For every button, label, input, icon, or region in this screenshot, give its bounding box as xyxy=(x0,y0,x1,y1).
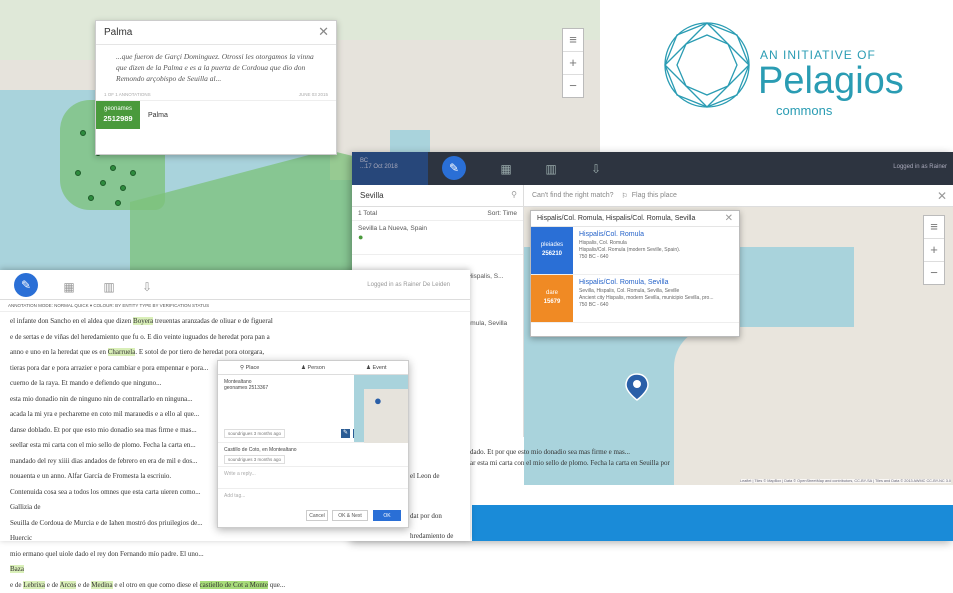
user-stamp: soundrigues 3 months ago xyxy=(224,455,285,464)
app-header: ✎ ▦ ▥ ⇩ Logged in as Rainer De Leiden xyxy=(0,270,470,300)
app-header: ВС ...17 Oct 2018 ✎ ▦ ▥ ⇩ Logged in as R… xyxy=(352,152,953,185)
map-icon[interactable]: ▦ xyxy=(60,278,78,296)
map-pin-icon: ● xyxy=(374,393,382,408)
entry-name: Hispalis/Col. Romula, Sevilla xyxy=(579,279,714,286)
layers-icon[interactable]: ≡ xyxy=(563,29,583,52)
annotation-date: JUNE 03 2015 xyxy=(299,92,328,97)
gazetteer-match-popup: Hispalis/Col. Romula, Hispalis/Col. Romu… xyxy=(530,210,740,337)
popup-title: Palma xyxy=(96,21,336,45)
stats-icon[interactable]: ▥ xyxy=(100,278,118,296)
zoom-out-button[interactable]: − xyxy=(563,75,583,97)
gazetteer-entry-pleiades[interactable]: pleiades256210 Hispalis/Col. Romula Hisp… xyxy=(531,227,739,275)
search-icon[interactable]: ⚲ xyxy=(511,190,517,199)
pelagios-logo: AN INITIATIVE OF Pelagios commons xyxy=(660,18,950,138)
tab-person[interactable]: ♟ Person xyxy=(281,361,344,374)
text-line: el infante don Sancho en el aldea que di… xyxy=(0,314,470,330)
map1-zoom-control: ≡ + − xyxy=(562,28,584,98)
text-line: e de sertas e de viñas del heredamiento … xyxy=(0,330,470,346)
annotate-icon[interactable]: ✎ xyxy=(14,273,38,297)
entry-line: Sevilla, Hispalis, Col. Romula, Sevilla,… xyxy=(579,288,714,295)
entry-line: Hispalis, Col. Romula xyxy=(579,240,680,247)
header-doc-date: ...17 Oct 2018 xyxy=(360,164,420,170)
gazetteer-badge[interactable]: geonames 2512989 xyxy=(96,101,140,129)
document-text-fragment: dado. Et por que esto mio donadio sea ma… xyxy=(470,447,670,469)
gazetteer-badge: pleiades256210 xyxy=(531,227,573,274)
user-stamp: soundrigues 3 months ago xyxy=(224,429,285,438)
entry-dates: 750 BC - 640 xyxy=(579,302,714,309)
result-name: Sevilla La Nueva, Spain xyxy=(358,225,517,232)
text-fragment: dat por don xyxy=(410,510,453,522)
pelagios-gem-icon xyxy=(660,18,755,113)
cant-find-text: Can't find the right match? xyxy=(532,192,614,199)
text-line: Huercic xyxy=(0,531,470,547)
map-attribution: Leaflet | Tiles © MapBox | Data © OpenSt… xyxy=(740,479,951,483)
text-fragment: el Leon de xyxy=(410,470,453,482)
zoom-out-button[interactable]: − xyxy=(924,262,944,284)
entry-dates: 750 BC - 640 xyxy=(579,254,680,261)
annotation-mode-bar[interactable]: ANNOTATION MODE: NORMAL QUICK ▾ COLOUR: … xyxy=(0,300,470,312)
tab-place[interactable]: ⚲ Place xyxy=(218,361,281,374)
reply-input[interactable]: Write a reply... xyxy=(218,467,408,489)
entry-name: Hispalis/Col. Romula xyxy=(579,231,680,238)
annotation-editor: ⚲ Place ♟ Person ♟ Event Montealtano geo… xyxy=(217,360,409,528)
annotation-count: 1 OF 1 ANNOTATIONS xyxy=(104,92,151,97)
gazetteer-name: geonames xyxy=(102,105,134,114)
login-status[interactable]: Logged in as Rainer De Leiden xyxy=(367,282,450,288)
result-marker-icon: ● xyxy=(358,232,517,242)
tab-event[interactable]: ♟ Event xyxy=(345,361,408,374)
text-line: anno e uno en la heredat que es en Charr… xyxy=(0,345,470,361)
search-value: Sevilla xyxy=(360,191,384,200)
mini-map[interactable]: ● xyxy=(354,375,408,442)
text-line: dado. Et por que esto mio donadio sea ma… xyxy=(470,447,670,458)
flag-icon[interactable]: ⚐ xyxy=(622,192,628,200)
flag-place-link[interactable]: Flag this place xyxy=(632,192,677,199)
text-fragment: hredamiento de xyxy=(410,530,453,542)
ok-next-button[interactable]: OK & Next xyxy=(332,510,368,521)
tag-input[interactable]: Add tag... xyxy=(218,489,408,503)
sort-selector[interactable]: Sort: Time xyxy=(487,210,517,217)
stats-icon[interactable]: ▥ xyxy=(542,160,560,178)
text-line: ar esta mi carta con el mio sello de plo… xyxy=(470,458,670,469)
gazetteer-badge: dare15679 xyxy=(531,275,573,322)
text-line: e de Lebrixa e de Arcos e de Medina e el… xyxy=(0,578,470,593)
gazetteer-id: 2512989 xyxy=(103,114,132,123)
place-popup-palma: Palma ✕ ...que fueron de Garçi Dominguez… xyxy=(95,20,337,155)
place-id: geonames 2513367 xyxy=(224,385,348,391)
popup-title: Hispalis/Col. Romula, Hispalis/Col. Romu… xyxy=(537,215,695,222)
map2-zoom-control: ≡ + − xyxy=(923,215,945,285)
close-icon[interactable]: ✕ xyxy=(937,189,947,203)
ok-button[interactable]: OK xyxy=(373,510,401,521)
close-icon[interactable]: ✕ xyxy=(725,213,733,224)
zoom-in-button[interactable]: + xyxy=(924,239,944,262)
cancel-button[interactable]: Cancel xyxy=(306,510,328,521)
logo-wordmark: Pelagios xyxy=(758,60,904,103)
text-line: mio ermano quel uiole dado el rey don Fe… xyxy=(0,547,470,563)
layers-icon[interactable]: ≡ xyxy=(924,216,944,239)
list-item[interactable]: Sevilla La Nueva, Spain ● xyxy=(352,221,523,255)
edit-icon[interactable]: ✎ xyxy=(341,429,350,438)
place-name: Palma xyxy=(148,112,168,119)
results-count: 1 Total xyxy=(358,210,377,217)
entry-line: Ancient city Hispalis, modern Sevilla, m… xyxy=(579,295,714,302)
place-search-input[interactable]: Sevilla ⚲ xyxy=(352,185,524,207)
download-icon[interactable]: ⇩ xyxy=(587,160,605,178)
close-icon[interactable]: ✕ xyxy=(318,24,329,40)
zoom-in-button[interactable]: + xyxy=(563,52,583,75)
login-status[interactable]: Logged in as Rainer xyxy=(893,164,947,170)
popup-quote: ...que fueron de Garçi Dominguez. Otross… xyxy=(96,45,336,84)
logo-subtitle: commons xyxy=(776,103,832,118)
annotate-icon[interactable]: ✎ xyxy=(442,156,466,180)
footer-bar xyxy=(472,505,953,541)
header-document-info: ВС ...17 Oct 2018 xyxy=(352,152,428,185)
comment-text: Castillo de Coto, en Montealtano xyxy=(224,447,402,453)
map-icon[interactable]: ▦ xyxy=(497,160,515,178)
download-icon[interactable]: ⇩ xyxy=(138,278,156,296)
text-line: Baza xyxy=(0,562,470,578)
gazetteer-entry-dare[interactable]: dare15679 Hispalis/Col. Romula, Sevilla … xyxy=(531,275,739,323)
entry-line: Hispalis/Col. Romula (modern Seville, Sp… xyxy=(579,247,680,254)
map-pin-icon[interactable] xyxy=(622,372,652,402)
